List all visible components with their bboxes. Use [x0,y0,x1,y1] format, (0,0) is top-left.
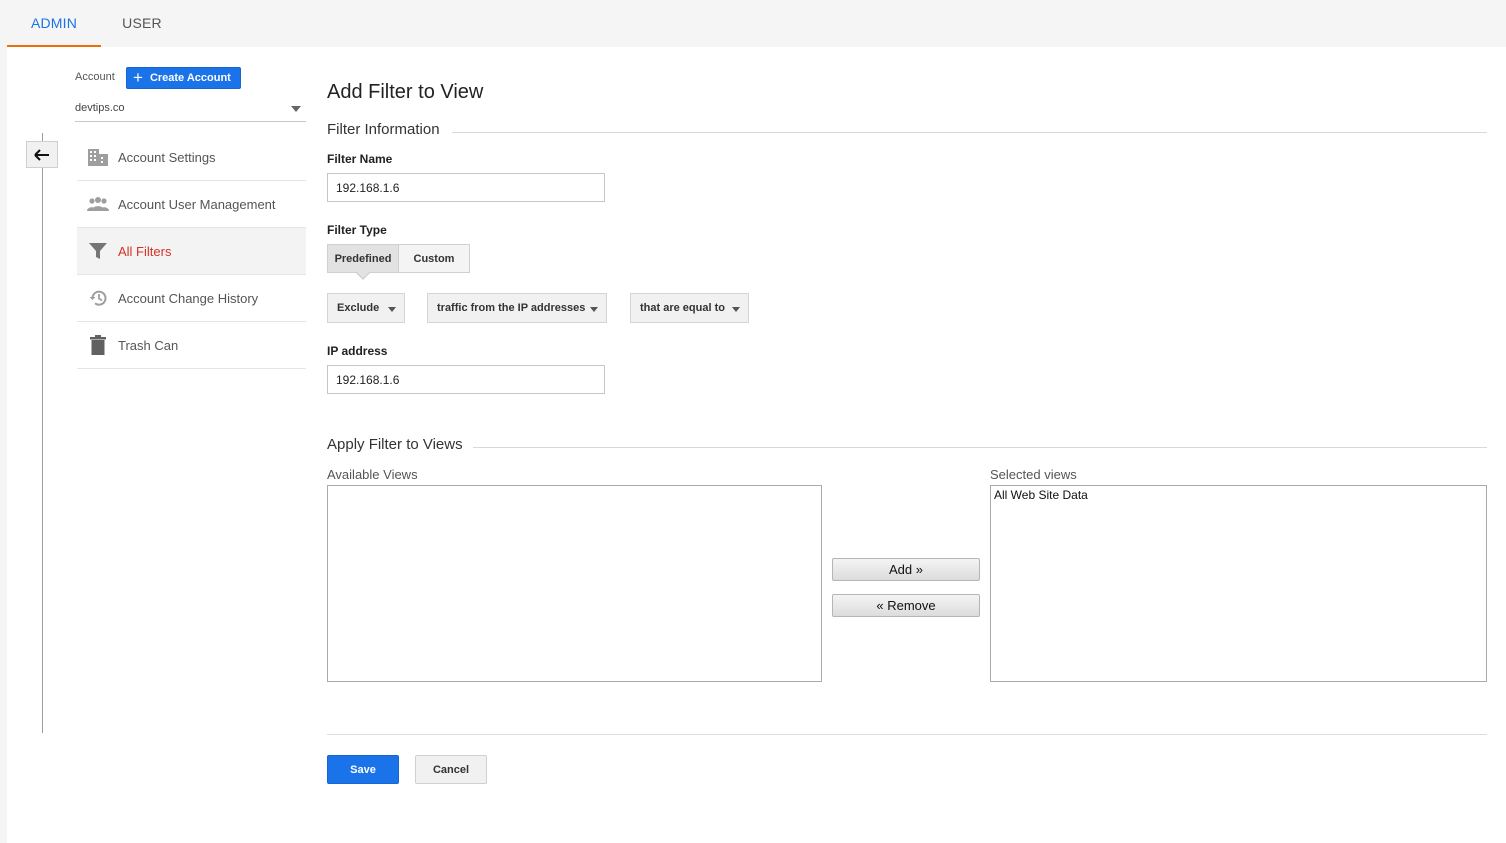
nav-item-label: Account Settings [118,149,216,165]
nav-item-account-user-management[interactable]: Account User Management [77,181,306,228]
filter-type-custom-button[interactable]: Custom [398,244,470,273]
tab-user[interactable]: USER [112,0,172,47]
chevron-down-icon [732,307,740,312]
column-rail [42,133,43,733]
filter-operator-value: that are equal to [640,302,725,314]
filter-name-input[interactable] [327,173,605,202]
add-view-button[interactable]: Add » [832,558,980,581]
ip-address-label: IP address [327,344,388,358]
account-selector[interactable]: devtips.co [75,96,306,122]
filter-type-predefined-button[interactable]: Predefined [327,244,399,273]
ip-address-input[interactable] [327,365,605,394]
chevron-down-icon [388,307,396,312]
filter-name-label: Filter Name [327,152,393,166]
nav-item-label: Account User Management [118,196,276,212]
remove-view-button[interactable]: « Remove [832,594,980,617]
filter-action-dropdown[interactable]: Exclude [327,293,405,323]
filter-operator-dropdown[interactable]: that are equal to [630,293,749,323]
chevron-down-icon [590,307,598,312]
tab-admin[interactable]: ADMIN [7,0,101,47]
users-icon [77,196,118,212]
filter-action-value: Exclude [337,302,380,314]
nav-item-trash-can[interactable]: Trash Can [77,322,306,369]
trash-icon [77,335,118,355]
account-selected: devtips.co [75,102,125,114]
create-account-button[interactable]: + Create Account [126,67,241,89]
filter-type-label: Filter Type [327,223,387,237]
nav-item-label: All Filters [118,243,172,259]
filter-information-heading: Filter Information [327,121,450,138]
left-gutter [0,47,7,843]
top-tab-bar: ADMIN USER [0,0,1506,47]
building-icon [77,147,118,167]
nav-item-label: Account Change History [118,290,259,306]
selected-views-label: Selected views [990,467,1077,482]
selected-indicator-fill [357,272,369,278]
available-views-label: Available Views [327,467,418,482]
admin-nav: Account Settings Account User Management… [77,134,306,369]
chevron-down-icon [291,106,301,112]
cancel-button[interactable]: Cancel [415,755,487,784]
nav-item-all-filters[interactable]: All Filters [77,228,306,275]
available-views-list[interactable] [327,485,822,682]
page-title: Add Filter to View [327,81,484,103]
selected-views-list[interactable]: All Web Site Data [990,485,1487,682]
filter-source-value: traffic from the IP addresses [437,302,586,314]
back-button[interactable] [26,141,58,168]
create-account-label: Create Account [149,72,231,84]
footer-divider [327,734,1487,735]
apply-filter-heading: Apply Filter to Views [327,436,473,453]
plus-icon: + [133,68,143,87]
save-button[interactable]: Save [327,755,399,784]
list-item[interactable]: All Web Site Data [994,488,1483,503]
arrow-back-icon [34,148,49,161]
section-divider [452,132,1487,133]
nav-item-account-change-history[interactable]: Account Change History [77,275,306,322]
filter-icon [77,242,118,260]
filter-source-dropdown[interactable]: traffic from the IP addresses [427,293,607,323]
nav-item-label: Trash Can [118,337,179,353]
section-divider [472,447,1487,448]
account-label: Account [75,71,115,83]
nav-item-account-settings[interactable]: Account Settings [77,134,306,181]
history-icon [77,289,118,307]
